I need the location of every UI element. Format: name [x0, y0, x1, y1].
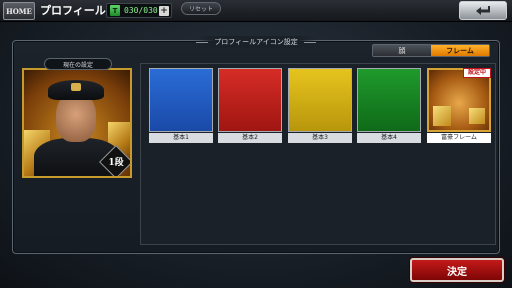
- frame-name: 基本2: [218, 133, 282, 143]
- frame-tile-basic-3[interactable]: 基本3: [288, 68, 352, 146]
- cap-badge-icon: [71, 83, 81, 91]
- frame-tile-basic-4[interactable]: 基本4: [357, 68, 421, 146]
- icon-type-tabs: 顔 フレーム: [372, 44, 490, 57]
- frame-swatch: [288, 68, 352, 132]
- frame-tile-rich[interactable]: 設定中 富豪フレーム: [427, 68, 491, 146]
- frame-tile-basic-2[interactable]: 基本2: [218, 68, 282, 146]
- current-profile-icon: 1段: [22, 68, 132, 178]
- screen-title: プロフィール: [40, 4, 106, 17]
- rank-label: 1段: [108, 158, 124, 168]
- tab-frame[interactable]: フレーム: [431, 45, 489, 56]
- frame-name: 基本4: [357, 133, 421, 143]
- reset-button[interactable]: リセット: [181, 2, 221, 15]
- back-button[interactable]: [459, 1, 507, 20]
- home-button[interactable]: HOME: [3, 2, 35, 20]
- tab-face[interactable]: 顔: [373, 45, 431, 56]
- frame-name: 富豪フレーム: [427, 133, 491, 143]
- frame-swatch: [218, 68, 282, 132]
- panel-title: プロフィールアイコン設定: [196, 36, 316, 48]
- top-bar: HOME プロフィール T 030/030 + リセット: [0, 0, 512, 22]
- current-setting-label: 現在の設定: [44, 58, 112, 70]
- frame-tile-basic-1[interactable]: 基本1: [149, 68, 213, 146]
- frame-swatch: [357, 68, 421, 132]
- frame-swatch: [149, 68, 213, 132]
- frame-name: 基本1: [149, 133, 213, 143]
- add-ticket-button[interactable]: +: [159, 6, 169, 16]
- confirm-button[interactable]: 決定: [410, 258, 504, 282]
- ticket-counter: T 030/030 +: [106, 3, 172, 18]
- frame-name: 基本3: [288, 133, 352, 143]
- in-use-badge: 設定中: [463, 68, 491, 78]
- return-arrow-icon: [476, 5, 490, 15]
- ticket-icon: T: [110, 5, 120, 16]
- ticket-count: 030/030: [124, 6, 158, 15]
